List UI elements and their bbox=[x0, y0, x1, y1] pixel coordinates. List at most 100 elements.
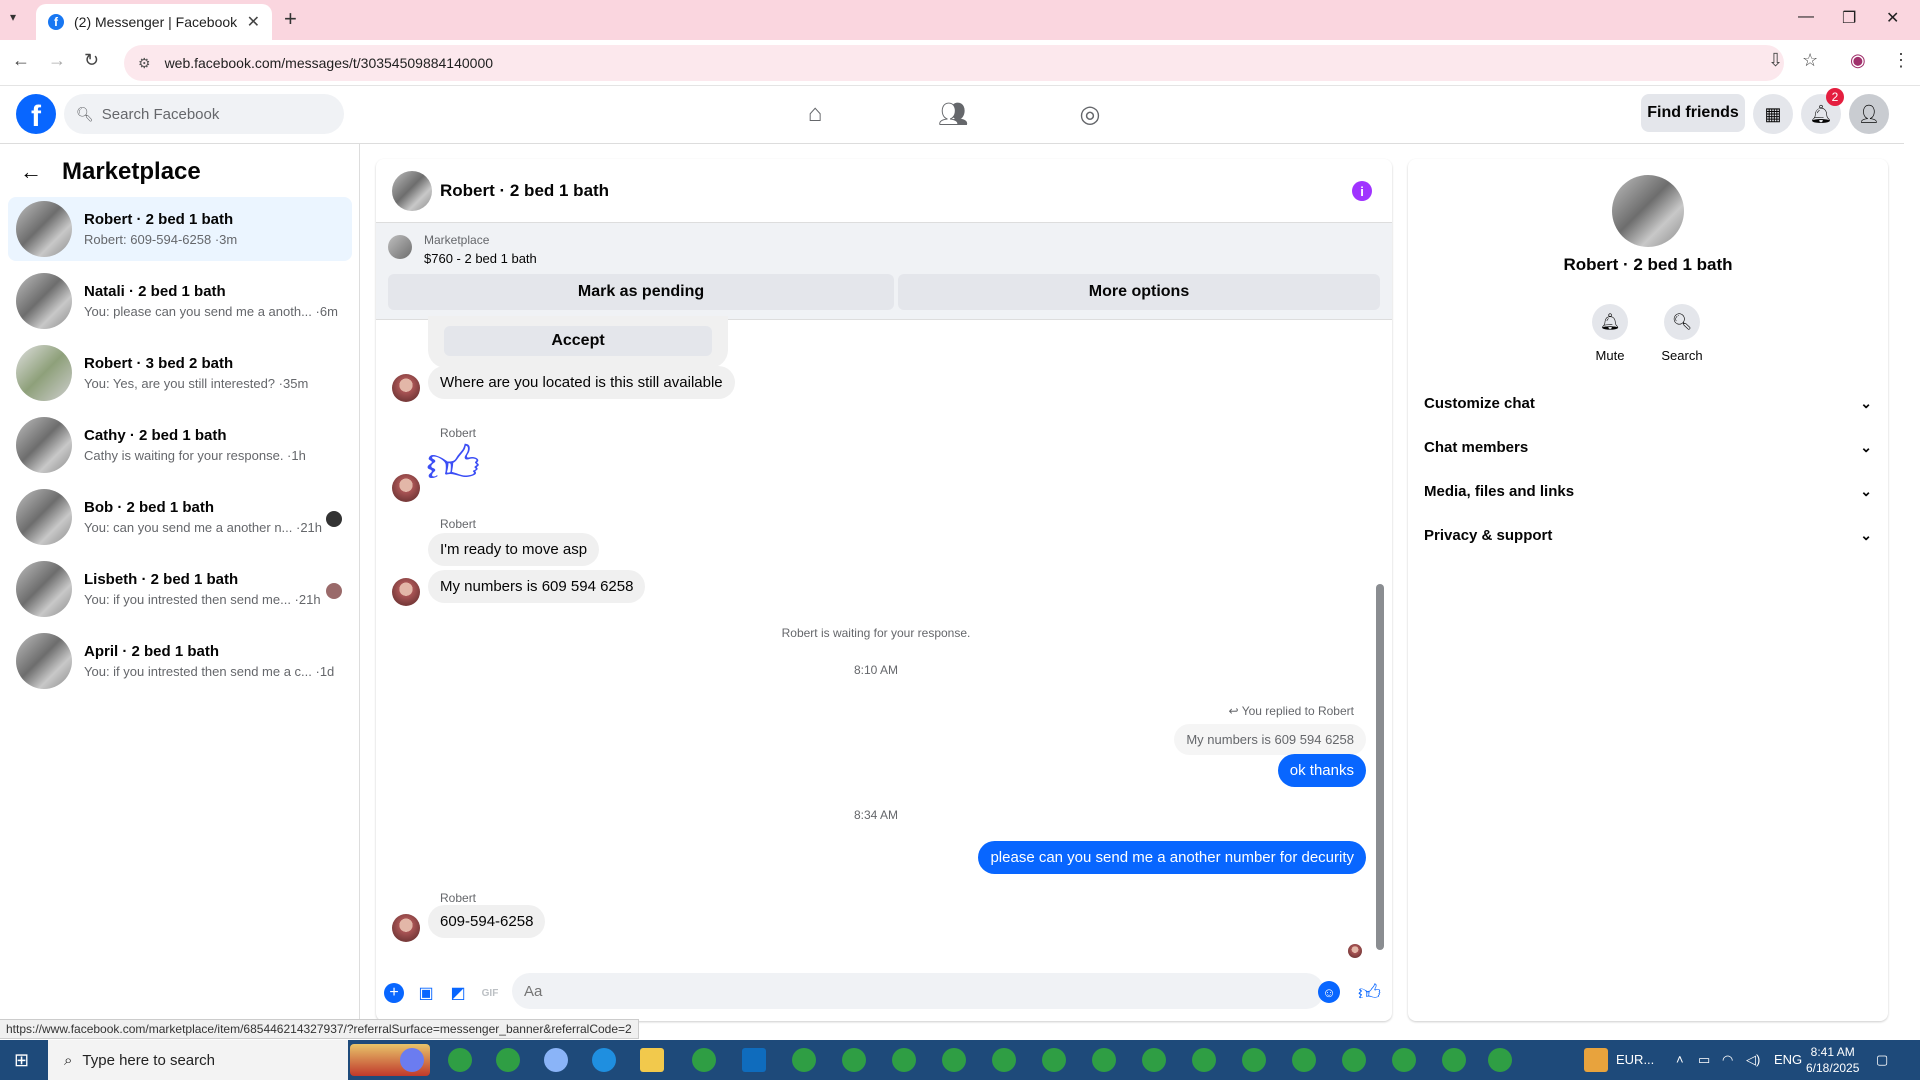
chat-header: Robert · 2 bed 1 bath i bbox=[376, 159, 1392, 223]
conversation-item[interactable]: April · 2 bed 1 bath You: if you intrest… bbox=[8, 629, 352, 693]
mute-button[interactable]: 🔔︎ Mute bbox=[1580, 304, 1640, 363]
taskbar-clock[interactable]: 8:41 AM 6/18/2025 bbox=[1806, 1044, 1859, 1076]
copilot-icon[interactable] bbox=[400, 1048, 424, 1072]
conversation-item[interactable]: Lisbeth · 2 bed 1 bath You: if you intre… bbox=[8, 557, 352, 621]
avatar[interactable] bbox=[392, 170, 432, 211]
accept-button[interactable]: Accept bbox=[444, 326, 712, 356]
gif-icon[interactable]: GIF bbox=[480, 983, 500, 1003]
chrome-icon[interactable] bbox=[992, 1048, 1016, 1072]
conversation-item[interactable]: Cathy · 2 bed 1 bath Cathy is waiting fo… bbox=[8, 413, 352, 477]
photo-icon[interactable]: ▣ bbox=[416, 983, 436, 1003]
chrome-icon[interactable] bbox=[1192, 1048, 1216, 1072]
avatar bbox=[16, 561, 72, 617]
tray-app-icon[interactable]: ▭ bbox=[1698, 1052, 1710, 1068]
groups-icon[interactable]: ◎ bbox=[1070, 98, 1110, 130]
chrome-icon[interactable] bbox=[1292, 1048, 1316, 1072]
url-field[interactable]: ⚙ web.facebook.com/messages/t/3035450988… bbox=[124, 45, 1784, 81]
sender-avatar bbox=[392, 474, 420, 502]
back-arrow-icon[interactable]: ← bbox=[20, 159, 42, 185]
chrome-icon[interactable] bbox=[1392, 1048, 1416, 1072]
like-icon[interactable]: 👍︎ bbox=[1358, 979, 1381, 1006]
facebook-search-input[interactable]: 🔍︎ Search Facebook bbox=[64, 94, 344, 134]
chat-members-row[interactable]: Chat members ⌄ bbox=[1424, 425, 1872, 469]
chrome-icon[interactable] bbox=[792, 1048, 816, 1072]
conversation-preview: Robert: 609-594-6258 ·3m bbox=[84, 232, 238, 247]
chrome-icon[interactable] bbox=[942, 1048, 966, 1072]
chrome-icon[interactable] bbox=[892, 1048, 916, 1072]
outlook-icon[interactable] bbox=[742, 1048, 766, 1072]
chrome-icon[interactable] bbox=[692, 1048, 716, 1072]
chrome-icon[interactable] bbox=[1442, 1048, 1466, 1072]
restore-icon[interactable]: ❐ bbox=[1842, 8, 1856, 28]
customize-chat-row[interactable]: Customize chat ⌄ bbox=[1424, 381, 1872, 425]
language-indicator[interactable]: ENG bbox=[1774, 1052, 1802, 1067]
mute-label: Mute bbox=[1595, 348, 1625, 363]
sticker-icon[interactable]: ◩ bbox=[448, 983, 468, 1003]
notification-center-icon[interactable]: ▢ bbox=[1876, 1052, 1888, 1068]
clock-time: 8:41 AM bbox=[1810, 1045, 1855, 1059]
home-icon[interactable]: ⌂ bbox=[795, 98, 835, 130]
edge-icon[interactable] bbox=[592, 1048, 616, 1072]
conversation-item[interactable]: Robert · 3 bed 2 bath You: Yes, are you … bbox=[8, 341, 352, 405]
scrollbar-thumb[interactable] bbox=[1376, 584, 1384, 950]
conversation-item[interactable]: Robert · 2 bed 1 bath Robert: 609-594-62… bbox=[8, 197, 352, 261]
emoji-icon[interactable]: ☺ bbox=[1318, 981, 1340, 1003]
profile-icon[interactable]: ◉ bbox=[1850, 50, 1866, 71]
facebook-logo-icon[interactable]: f bbox=[16, 94, 56, 134]
taskbar-search[interactable]: ⌕ Type here to search bbox=[48, 1040, 348, 1080]
account-avatar[interactable]: 👤︎ bbox=[1849, 94, 1889, 134]
file-explorer-icon[interactable] bbox=[640, 1048, 664, 1072]
sender-name: Robert bbox=[440, 891, 477, 905]
info-icon[interactable]: i bbox=[1352, 181, 1372, 201]
chrome-icon[interactable] bbox=[496, 1048, 520, 1072]
find-friends-button[interactable]: Find friends bbox=[1641, 94, 1745, 132]
message-list[interactable]: Accept Where are you located is this sti… bbox=[376, 316, 1392, 960]
chrome-icon[interactable] bbox=[1042, 1048, 1066, 1072]
conversation-item[interactable]: Bob · 2 bed 1 bath You: can you send me … bbox=[8, 485, 352, 549]
close-tab-icon[interactable]: ✕ bbox=[247, 12, 260, 32]
plus-icon[interactable]: + bbox=[384, 983, 404, 1003]
chrome-icon[interactable] bbox=[1242, 1048, 1266, 1072]
minimize-icon[interactable]: — bbox=[1798, 8, 1814, 26]
chrome-icon[interactable] bbox=[448, 1048, 472, 1072]
conversation-item[interactable]: Natali · 2 bed 1 bath You: please can yo… bbox=[8, 269, 352, 333]
conversation-name: Natali · 2 bed 1 bath bbox=[84, 283, 226, 300]
app-icon[interactable] bbox=[544, 1048, 568, 1072]
currency-widget-label[interactable]: EUR... bbox=[1616, 1052, 1654, 1067]
avatar bbox=[16, 345, 72, 401]
wifi-icon[interactable]: ◠ bbox=[1722, 1052, 1733, 1068]
mark-as-pending-button[interactable]: Mark as pending bbox=[388, 274, 894, 310]
bookmark-star-icon[interactable]: ☆ bbox=[1802, 50, 1818, 71]
tray-chevron-icon[interactable]: ˄ bbox=[1676, 1052, 1684, 1067]
listing-title[interactable]: $760 - 2 bed 1 bath bbox=[424, 251, 537, 266]
chat-title[interactable]: Robert · 2 bed 1 bath bbox=[440, 181, 609, 201]
chrome-icon[interactable] bbox=[842, 1048, 866, 1072]
media-files-links-row[interactable]: Media, files and links ⌄ bbox=[1424, 469, 1872, 513]
back-icon[interactable]: ← bbox=[12, 50, 30, 71]
listing-thumbnail[interactable] bbox=[388, 235, 412, 259]
forward-icon[interactable]: → bbox=[48, 50, 66, 71]
menu-grid-icon[interactable]: ▦ bbox=[1753, 94, 1793, 134]
close-window-icon[interactable]: ✕ bbox=[1886, 8, 1899, 28]
menu-dots-icon[interactable]: ⋮ bbox=[1892, 50, 1910, 71]
new-tab-icon[interactable]: + bbox=[284, 6, 297, 32]
message-input[interactable] bbox=[512, 973, 1324, 1009]
reload-icon[interactable]: ↻ bbox=[84, 50, 99, 71]
currency-widget-icon[interactable] bbox=[1584, 1048, 1608, 1072]
chrome-icon[interactable] bbox=[1092, 1048, 1116, 1072]
chrome-icon[interactable] bbox=[1488, 1048, 1512, 1072]
more-options-button[interactable]: More options bbox=[898, 274, 1380, 310]
windows-start-icon[interactable]: ⊞ bbox=[14, 1050, 29, 1071]
volume-icon[interactable]: ◁) bbox=[1746, 1052, 1760, 1068]
tab-list-icon[interactable]: ▾ bbox=[10, 10, 16, 24]
friends-icon[interactable]: 👥︎ bbox=[933, 98, 973, 130]
site-info-icon[interactable]: ⚙ bbox=[138, 55, 151, 72]
search-conversation-button[interactable]: 🔍︎ Search bbox=[1652, 304, 1712, 363]
chrome-icon[interactable] bbox=[1142, 1048, 1166, 1072]
privacy-support-row[interactable]: Privacy & support ⌄ bbox=[1424, 513, 1872, 557]
task-view-icon[interactable] bbox=[352, 1050, 372, 1070]
chevron-down-icon: ⌄ bbox=[1860, 394, 1872, 411]
install-app-icon[interactable]: ⇩ bbox=[1768, 50, 1783, 71]
chrome-icon[interactable] bbox=[1342, 1048, 1366, 1072]
browser-tab[interactable]: f (2) Messenger | Facebook ✕ bbox=[36, 4, 272, 40]
